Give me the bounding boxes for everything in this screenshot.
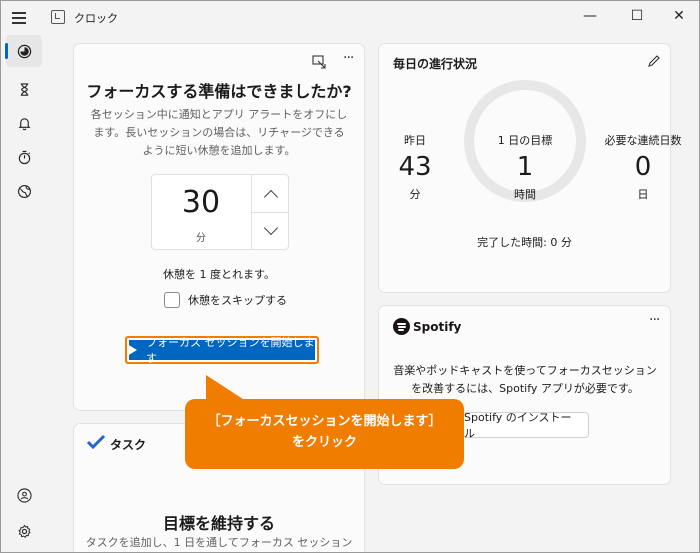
- minimize-button[interactable]: —: [567, 1, 613, 31]
- goal-unit: 時間: [514, 188, 536, 201]
- start-focus-session-button[interactable]: フォーカス セッションを開始します: [125, 336, 319, 365]
- spotify-more-button[interactable]: ···: [649, 312, 660, 328]
- play-icon: [127, 344, 137, 356]
- streak-label: 必要な連続日数: [604, 134, 682, 147]
- sidebar-item-alarm[interactable]: [6, 107, 42, 139]
- focus-description: 各セッション中に通知とアプリ アラートをオフにします。長いセッションの場合は、リ…: [90, 108, 348, 157]
- sidebar-item-world-clock[interactable]: [6, 175, 42, 207]
- focus-duration-stepper: 30 分: [151, 174, 289, 250]
- spotify-icon: [393, 318, 410, 335]
- sidebar-item-timer[interactable]: [6, 73, 42, 105]
- daily-goal-stat[interactable]: 1 日の目標 1 時間: [475, 132, 575, 202]
- callout-pointer: [206, 375, 246, 401]
- stopwatch-icon: [18, 150, 30, 164]
- timer-unit: 分: [196, 233, 206, 244]
- streak-unit: 日: [637, 188, 649, 201]
- todo-check-icon: [86, 434, 106, 450]
- callout-line-1: ［フォーカスセッションを開始します］: [207, 414, 442, 429]
- yesterday-unit: 分: [409, 188, 421, 201]
- tasks-title: タスク: [110, 438, 147, 452]
- spotify-wordmark: Spotify: [413, 319, 462, 334]
- decrease-button[interactable]: [251, 212, 289, 249]
- install-spotify-button[interactable]: Spotify のインストール: [463, 411, 589, 440]
- goal-value: 1: [516, 152, 534, 182]
- goal-title: 目標を維持する: [162, 514, 275, 533]
- goal-description: タスクを追加し、1 日を通してフォーカス セッションに割り: [85, 536, 353, 549]
- focus-more-button[interactable]: ···: [343, 50, 354, 66]
- chevron-up-icon: [263, 189, 278, 204]
- title-bar: クロック — ☐ ✕: [1, 1, 699, 33]
- yesterday-label: 昨日: [404, 134, 426, 147]
- daily-progress-card: 毎日の進行状況 昨日 43 分 1 日の目標 1 時間 必要な連続日数 0 日 …: [378, 43, 682, 293]
- yesterday-value: 43: [398, 152, 432, 182]
- edit-pencil-icon[interactable]: [647, 54, 661, 68]
- window-title: クロック: [74, 12, 118, 25]
- focus-title: フォーカスする準備はできましたか?: [86, 82, 352, 101]
- chevron-down-icon: [263, 220, 278, 236]
- sidebar: [1, 33, 47, 552]
- maximize-button[interactable]: ☐: [614, 1, 660, 31]
- focus-session-card: ··· フォーカスする準備はできましたか? 各セッション中に通知とアプリ アラー…: [73, 43, 365, 411]
- hourglass-icon: [20, 82, 28, 96]
- close-button[interactable]: ✕: [656, 1, 699, 31]
- spotify-description: 音楽やポッドキャストを使ってフォーカスセッションを改善するには、Spotify …: [393, 364, 657, 395]
- streak-stat: 必要な連続日数 0 日: [593, 132, 693, 202]
- streak-value: 0: [634, 152, 652, 182]
- sidebar-item-account[interactable]: [6, 479, 42, 511]
- person-icon: [16, 487, 32, 503]
- clock-app-window: クロック — ☐ ✕ ··· フォーカスする準備はできましたか? 各セッション中…: [0, 0, 700, 553]
- instruction-callout: ［フォーカスセッションを開始します］ をクリック: [185, 399, 464, 469]
- break-info: 休憩を 1 度とれます。: [163, 268, 275, 281]
- gear-icon: [17, 524, 31, 538]
- compact-overlay-icon[interactable]: [312, 55, 326, 69]
- skip-break-label: 休憩をスキップする: [188, 294, 287, 307]
- globe-icon: [17, 184, 31, 198]
- sidebar-item-focus-sessions[interactable]: [5, 35, 42, 67]
- clock-app-icon: [51, 10, 65, 24]
- checkbox-box[interactable]: [164, 292, 180, 308]
- spotify-logo: Spotify: [393, 318, 461, 335]
- progress-title: 毎日の進行状況: [393, 57, 478, 71]
- skip-break-checkbox[interactable]: 休憩をスキップする: [164, 292, 287, 308]
- increase-button[interactable]: [251, 175, 289, 212]
- yesterday-stat: 昨日 43 分: [393, 132, 437, 202]
- bell-icon: [17, 117, 31, 130]
- sidebar-item-settings[interactable]: [6, 515, 42, 547]
- timer-value[interactable]: 30: [152, 185, 250, 220]
- goal-label: 1 日の目標: [497, 134, 553, 147]
- menu-icon[interactable]: [10, 9, 28, 25]
- sidebar-item-stopwatch[interactable]: [6, 141, 42, 173]
- focus-icon: [17, 44, 31, 58]
- completed-time: 完了した時間: 0 分: [477, 236, 572, 249]
- callout-line-2: をクリック: [291, 435, 357, 450]
- start-button-label: フォーカス セッションを開始します: [146, 336, 315, 365]
